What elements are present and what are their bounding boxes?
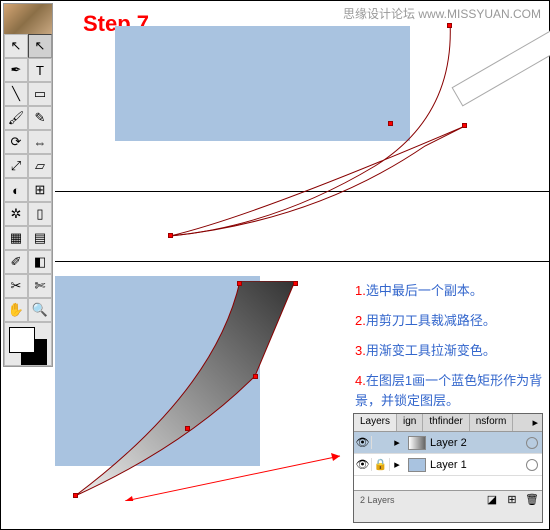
layers-list: 👁 ▸ Layer 2 👁 🔒 ▸ Layer 1 — [354, 432, 542, 490]
toolbox: ↖↖✒T╲▭🖌✎⟳⇔⤢▱◐⊞✲▯▦▤✐◧✂✄✋🔍 — [3, 3, 53, 367]
instruction-3: 3.用渐变工具拉渐变色。 — [355, 341, 496, 361]
tab-transform[interactable]: nsform — [470, 414, 514, 431]
instruction-4: 4.在图层1画一个蓝色矩形作为背景，并锁定图层。 — [355, 371, 550, 410]
layer-name[interactable]: Layer 2 — [430, 437, 467, 449]
layer-thumbnail — [408, 458, 426, 472]
watermark-top: 思缘设计论坛 www.MISSYUAN.COM — [343, 5, 541, 22]
shear-tool[interactable]: ▱ — [28, 154, 52, 178]
anchor-point[interactable] — [185, 426, 190, 431]
white-diagonal-bar — [452, 27, 550, 106]
blend-tool[interactable]: ◧ — [28, 250, 52, 274]
tab-align[interactable]: ign — [397, 414, 423, 431]
line-tool[interactable]: ╲ — [4, 82, 28, 106]
path-shape-lower[interactable] — [65, 281, 365, 501]
direct-select-tool[interactable]: ↖ — [28, 34, 52, 58]
type-tool[interactable]: T — [28, 58, 52, 82]
tab-layers[interactable]: Layers — [354, 414, 397, 431]
graph-tool[interactable]: ▯ — [28, 202, 52, 226]
visibility-icon[interactable]: 👁 — [354, 436, 372, 449]
layer-row[interactable]: 👁 🔒 ▸ Layer 1 — [354, 454, 542, 476]
path-shape-upper[interactable] — [155, 26, 465, 251]
gradient-tool[interactable]: ▤ — [28, 226, 52, 250]
free-transform-tool[interactable]: ⊞ — [28, 178, 52, 202]
visibility-icon[interactable]: 👁 — [354, 458, 372, 471]
layer-row[interactable]: 👁 ▸ Layer 2 — [354, 432, 542, 454]
anchor-point[interactable] — [237, 281, 242, 286]
expand-triangle-icon[interactable]: ▸ — [390, 436, 404, 449]
anchor-point[interactable] — [447, 23, 452, 28]
panel-tabs: Layers ign thfinder nsform ▸ — [354, 414, 542, 432]
pen-tool[interactable]: ✒ — [4, 58, 28, 82]
delete-layer-button[interactable]: 🗑 — [522, 493, 542, 506]
horizontal-guide-2 — [55, 261, 549, 262]
reflect-tool[interactable]: ⇔ — [28, 130, 52, 154]
instruction-2: 2.用剪刀工具裁减路径。 — [355, 311, 496, 331]
color-swatch[interactable] — [4, 322, 52, 366]
anchor-point[interactable] — [388, 121, 393, 126]
fill-color[interactable] — [9, 327, 35, 353]
selection-tool[interactable]: ↖ — [4, 34, 28, 58]
lock-icon[interactable]: 🔒 — [372, 458, 390, 471]
new-layer-button[interactable]: ⊞ — [502, 493, 522, 506]
app-logo — [4, 4, 52, 34]
layers-panel[interactable]: Layers ign thfinder nsform ▸ 👁 ▸ Layer 2… — [353, 413, 543, 523]
eyedropper-tool[interactable]: ✐ — [4, 250, 28, 274]
anchor-point[interactable] — [293, 281, 298, 286]
pencil-tool[interactable]: ✎ — [28, 106, 52, 130]
target-icon[interactable] — [526, 459, 538, 471]
anchor-point[interactable] — [73, 493, 78, 498]
zoom-tool[interactable]: 🔍 — [28, 298, 52, 322]
instruction-1: 1.选中最后一个副本。 — [355, 281, 483, 301]
panel-menu-icon[interactable]: ▸ — [528, 414, 542, 431]
layer-name[interactable]: Layer 1 — [430, 459, 467, 471]
layer-thumbnail — [408, 436, 426, 450]
symbol-sprayer-tool[interactable]: ✲ — [4, 202, 28, 226]
warp-tool[interactable]: ◐ — [4, 178, 28, 202]
toolbox-header — [4, 4, 52, 34]
tab-pathfinder[interactable]: thfinder — [423, 414, 469, 431]
layers-count: 2 Layers — [354, 495, 401, 505]
anchor-point[interactable] — [462, 123, 467, 128]
anchor-point[interactable] — [253, 374, 258, 379]
scale-tool[interactable]: ⤢ — [4, 154, 28, 178]
rotate-tool[interactable]: ⟳ — [4, 130, 28, 154]
layers-footer: 2 Layers ◪ ⊞ 🗑 — [354, 490, 542, 508]
scissors-tool[interactable]: ✄ — [28, 274, 52, 298]
paintbrush-tool[interactable]: 🖌 — [4, 106, 28, 130]
anchor-point[interactable] — [168, 233, 173, 238]
new-sublayer-button[interactable]: ◪ — [482, 493, 502, 506]
mesh-tool[interactable]: ▦ — [4, 226, 28, 250]
expand-triangle-icon[interactable]: ▸ — [390, 458, 404, 471]
slice-tool[interactable]: ✂ — [4, 274, 28, 298]
hand-tool[interactable]: ✋ — [4, 298, 28, 322]
rectangle-tool[interactable]: ▭ — [28, 82, 52, 106]
target-icon[interactable] — [526, 437, 538, 449]
